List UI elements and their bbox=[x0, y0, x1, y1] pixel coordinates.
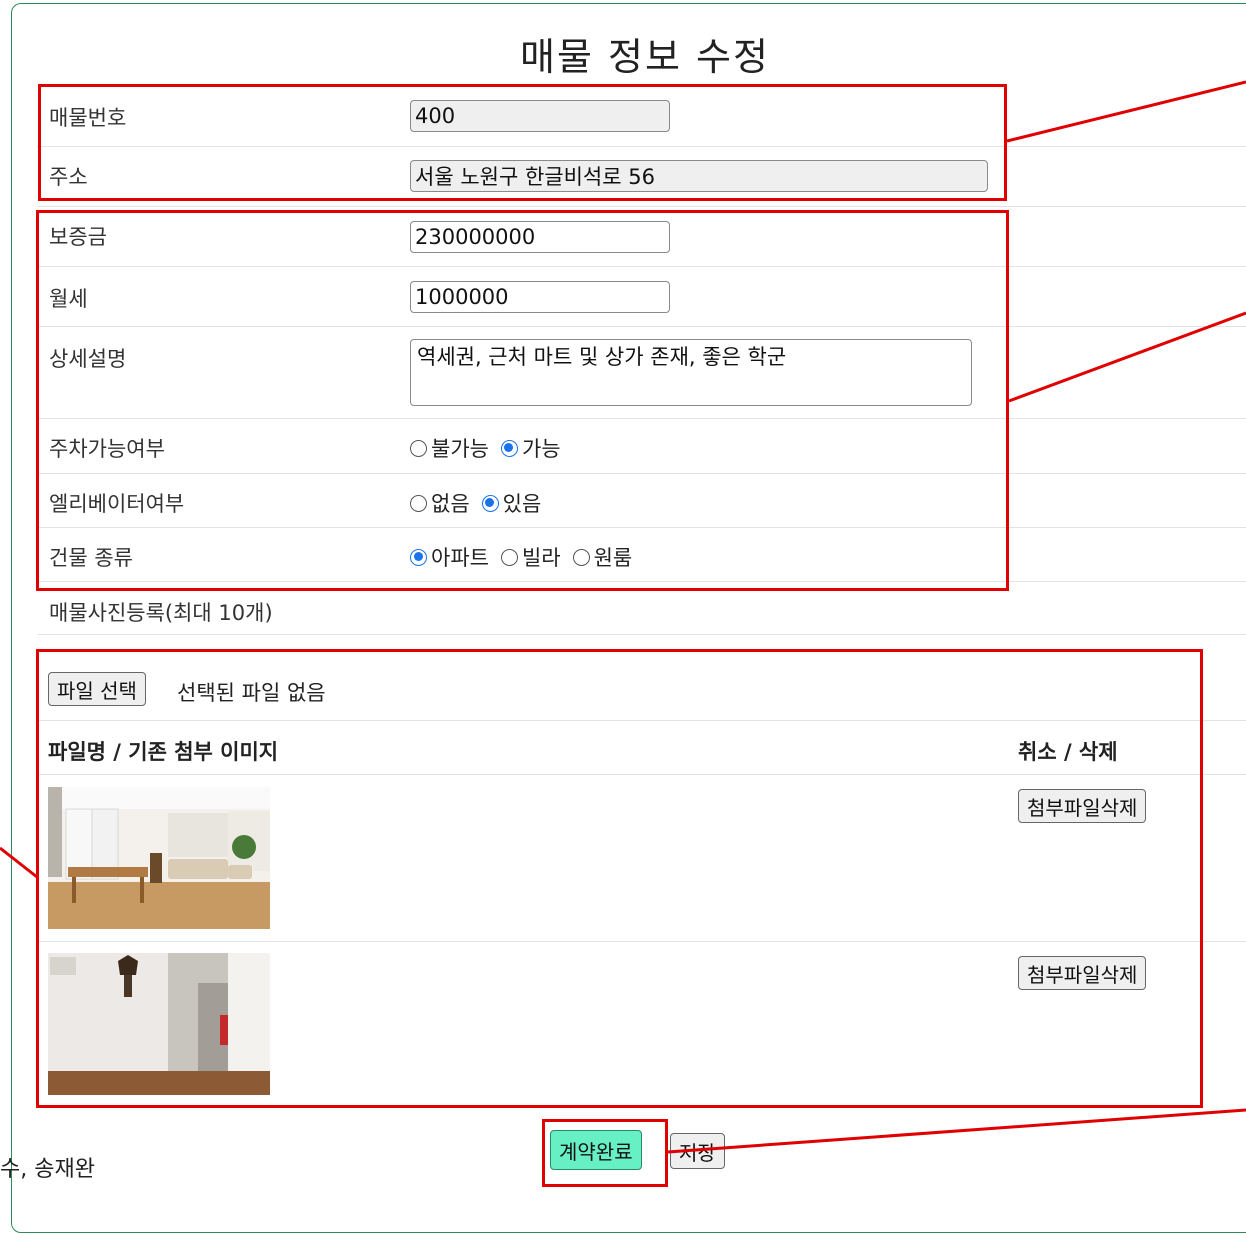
row-deposit: 보증금 bbox=[37, 207, 1246, 267]
row-address: 주소 bbox=[37, 147, 1246, 207]
radio-checked-icon[interactable] bbox=[500, 439, 518, 457]
attached-photo-hallway bbox=[48, 953, 270, 1095]
row-property-number: 매물번호 bbox=[37, 88, 1246, 147]
building-option-villa[interactable]: 빌라 bbox=[500, 542, 561, 572]
building-option-oneroom[interactable]: 원룸 bbox=[572, 542, 632, 572]
row-parking: 주차가능여부 불가능 가능 bbox=[37, 419, 1246, 474]
radio-icon[interactable] bbox=[410, 439, 427, 457]
elevator-radio-group: 없음 있음 bbox=[410, 488, 547, 518]
elevator-option-no[interactable]: 없음 bbox=[410, 488, 470, 518]
building-type-label: 건물 종류 bbox=[49, 546, 133, 570]
deposit-label: 보증금 bbox=[49, 225, 107, 249]
file-status-text: 선택된 파일 없음 bbox=[177, 681, 326, 705]
monthly-rent-input[interactable] bbox=[410, 281, 670, 313]
radio-icon[interactable] bbox=[410, 494, 427, 512]
elevator-option-yes[interactable]: 있음 bbox=[481, 488, 541, 518]
parking-option-no[interactable]: 불가능 bbox=[410, 433, 489, 463]
parking-option-yes[interactable]: 가능 bbox=[500, 433, 561, 463]
elevator-label: 엘리베이터여부 bbox=[49, 492, 185, 516]
row-monthly-rent: 월세 bbox=[37, 267, 1246, 327]
description-textarea[interactable]: 역세권, 근처 마트 및 상가 존재, 좋은 학군 bbox=[410, 339, 972, 406]
parking-label: 주차가능여부 bbox=[49, 437, 165, 461]
file-select-button[interactable]: 파일 선택 bbox=[48, 672, 146, 706]
parking-radio-group: 불가능 가능 bbox=[410, 433, 567, 463]
footer-authors: 수, 송재완 bbox=[0, 1157, 95, 1182]
row-building-type: 건물 종류 아파트 빌라 원룸 bbox=[37, 528, 1246, 582]
row-elevator: 엘리베이터여부 없음 있음 bbox=[37, 474, 1246, 528]
property-number-input[interactable] bbox=[410, 100, 670, 132]
photo-table-header: 파일명 / 기존 첨부 이미지 취소 / 삭제 bbox=[37, 721, 1246, 775]
monthly-rent-label: 월세 bbox=[49, 287, 88, 311]
delete-attachment-button[interactable]: 첨부파일삭제 bbox=[1018, 956, 1147, 990]
property-number-label: 매물번호 bbox=[49, 106, 127, 130]
column-header-action: 취소 / 삭제 bbox=[1018, 740, 1118, 764]
radio-icon[interactable] bbox=[500, 548, 518, 566]
column-header-file: 파일명 / 기존 첨부 이미지 bbox=[48, 740, 279, 764]
address-input[interactable] bbox=[410, 160, 988, 192]
delete-attachment-button[interactable]: 첨부파일삭제 bbox=[1018, 789, 1147, 823]
row-description: 상세설명 역세권, 근처 마트 및 상가 존재, 좋은 학군 bbox=[37, 327, 1246, 419]
row-file-chooser: 파일 선택 선택된 파일 없음 bbox=[37, 660, 1246, 721]
deposit-input[interactable] bbox=[410, 221, 670, 253]
page-title: 매물 정보 수정 bbox=[520, 35, 770, 79]
address-label: 주소 bbox=[49, 165, 88, 189]
photo-section-label: 매물사진등록(최대 10개) bbox=[49, 601, 273, 625]
attached-photo-living-room bbox=[48, 787, 270, 929]
radio-checked-icon[interactable] bbox=[481, 494, 499, 512]
radio-icon[interactable] bbox=[572, 548, 590, 566]
save-button[interactable]: 저장 bbox=[670, 1133, 725, 1169]
radio-checked-icon[interactable] bbox=[410, 548, 427, 566]
row-photo-section: 매물사진등록(최대 10개) bbox=[37, 582, 1246, 635]
building-option-apartment[interactable]: 아파트 bbox=[410, 542, 489, 572]
description-label: 상세설명 bbox=[49, 347, 127, 371]
contract-complete-button[interactable]: 계약완료 bbox=[550, 1130, 642, 1170]
building-type-radio-group: 아파트 빌라 원룸 bbox=[410, 542, 638, 572]
